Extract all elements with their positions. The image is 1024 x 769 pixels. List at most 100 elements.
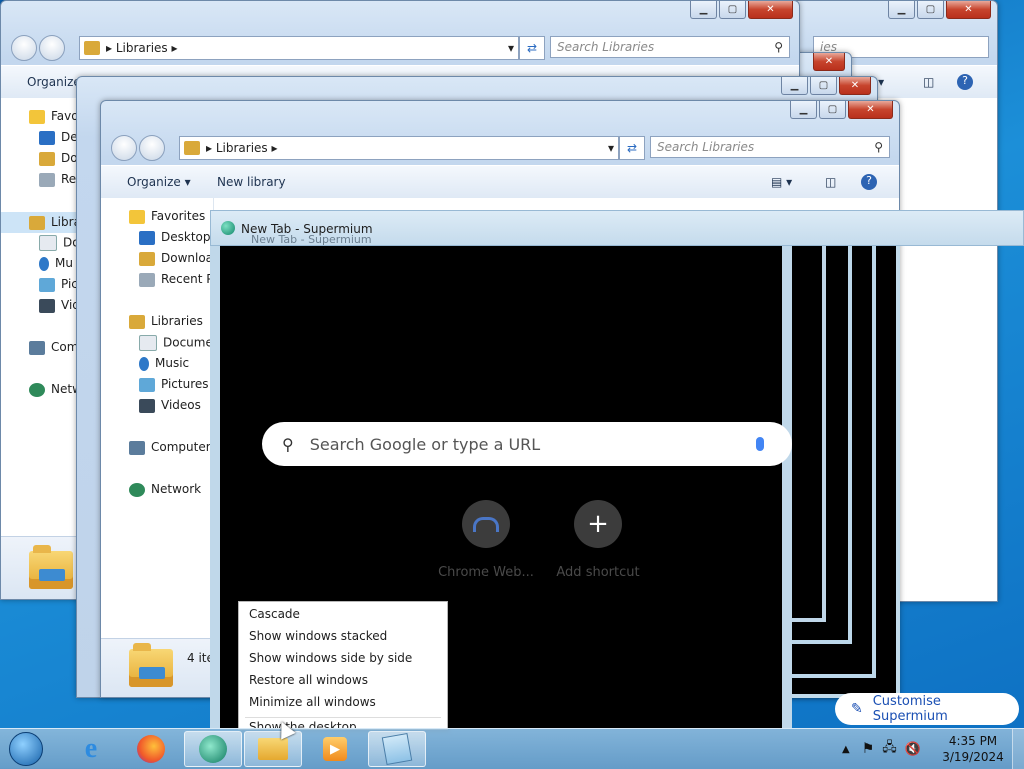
nav-computer[interactable]: Com — [29, 340, 78, 355]
back-button[interactable] — [11, 35, 37, 61]
nav-favorites[interactable]: Favo — [29, 109, 79, 124]
menu-separator — [245, 717, 441, 718]
menu-show-desktop[interactable]: Show the desktop — [249, 720, 357, 728]
browser-titlebar[interactable]: New Tab - Supermium New Tab - Supermium — [210, 210, 1024, 246]
maximize-button[interactable]: ▢ — [917, 1, 944, 19]
show-hidden-icons-icon[interactable]: ▲ — [842, 744, 850, 755]
firefox-glyph — [137, 735, 165, 763]
libraries-icon — [129, 314, 145, 329]
pictures-icon — [39, 277, 55, 292]
windows-logo-icon — [9, 732, 43, 766]
music-icon — [139, 356, 149, 371]
address-bar[interactable]: ▸ Libraries ▸ ▾ — [179, 136, 619, 160]
customise-button[interactable]: ✎ Customise Supermium — [835, 693, 1019, 725]
media-player-icon[interactable]: ▶ — [306, 731, 364, 767]
preview-pane-button[interactable]: ◫ — [923, 75, 934, 89]
nav-desktop[interactable]: Desktop — [139, 230, 211, 245]
breadcrumb-arrow-icon: ▸ — [206, 141, 216, 155]
volume-muted-icon[interactable]: 🔇 — [905, 742, 921, 757]
minimize-button[interactable]: ▁ — [690, 1, 717, 19]
menu-stacked[interactable]: Show windows stacked — [249, 629, 387, 643]
nav-network[interactable]: Network — [129, 482, 201, 497]
action-center-flag-icon[interactable]: ⚑ — [862, 741, 875, 757]
address-bar[interactable]: ▸ Libraries ▸ ▾ — [79, 36, 519, 60]
organize-button[interactable]: Organize — [27, 75, 81, 89]
firefox-icon[interactable] — [122, 731, 180, 767]
close-button[interactable]: ✕ — [839, 77, 871, 95]
organize-button[interactable]: Organize ▾ — [127, 175, 191, 189]
taskbar-context-menu: Cascade Show windows stacked Show window… — [238, 601, 448, 730]
windows-explorer-taskbar-button[interactable] — [244, 731, 302, 767]
videos-icon — [39, 298, 55, 313]
clock-time: 4:35 PM — [948, 734, 998, 748]
show-desktop-button[interactable] — [1012, 729, 1024, 769]
close-button[interactable]: ✕ — [748, 1, 793, 19]
nav-pictures[interactable]: Pictures — [139, 377, 209, 392]
breadcrumb: Libraries — [115, 41, 168, 55]
pictures-icon — [139, 377, 155, 392]
nav-videos[interactable]: Videos — [139, 398, 201, 413]
plus-icon[interactable]: + — [574, 500, 622, 548]
nav-documents[interactable]: Do — [39, 235, 80, 251]
google-search-box[interactable]: ⚲ Search Google or type a URL — [262, 422, 792, 466]
preview-pane-button[interactable]: ◫ — [825, 175, 836, 189]
add-shortcut-label: Add shortcut — [556, 565, 640, 580]
view-options-button[interactable]: ▤ ▾ — [771, 175, 792, 189]
chrome-web-store-icon[interactable] — [462, 500, 510, 548]
address-dropdown-icon[interactable]: ▾ — [608, 141, 614, 155]
microphone-icon[interactable] — [756, 437, 764, 451]
search-icon: ⚲ — [282, 434, 294, 454]
help-icon[interactable]: ? — [957, 74, 973, 90]
nav-libraries[interactable]: Libraries — [129, 314, 203, 329]
refresh-button[interactable]: ⇄ — [519, 36, 545, 60]
menu-restore-all[interactable]: Restore all windows — [249, 673, 368, 687]
videos-icon — [139, 398, 155, 413]
forward-button[interactable] — [139, 135, 165, 161]
downloads-icon — [39, 151, 55, 166]
navigation-pane: Favorites Desktop Downloads Recent Place… — [101, 198, 244, 638]
new-library-button[interactable]: New library — [217, 175, 286, 189]
minimize-button[interactable]: ▁ — [888, 1, 915, 19]
search-input[interactable]: Search Libraries ⚲ — [550, 36, 790, 58]
close-button[interactable]: ✕ — [946, 1, 991, 19]
nav-videos[interactable]: Vid — [39, 298, 80, 313]
maximize-button[interactable]: ▢ — [810, 77, 837, 95]
maximize-button[interactable]: ▢ — [719, 1, 746, 19]
supermium-taskbar-button[interactable] — [184, 731, 242, 767]
nav-favorites[interactable]: Favorites — [129, 209, 205, 224]
media-player-glyph: ▶ — [323, 737, 347, 761]
nav-network[interactable]: Netw — [29, 382, 82, 397]
libraries-icon — [184, 141, 200, 155]
nav-downloads[interactable]: Do — [39, 151, 78, 166]
minimize-button[interactable]: ▁ — [790, 101, 817, 119]
menu-cascade[interactable]: Cascade — [249, 607, 300, 621]
clock[interactable]: 4:35 PM 3/19/2024 — [940, 733, 1006, 765]
close-button[interactable]: ✕ — [813, 53, 845, 71]
refresh-button[interactable]: ⇄ — [619, 136, 645, 160]
back-button[interactable] — [111, 135, 137, 161]
search-icon: ⚲ — [874, 140, 883, 154]
start-orb[interactable] — [2, 731, 50, 767]
breadcrumb-arrow-icon: ▸ — [106, 41, 116, 55]
nav-music[interactable]: Mu — [39, 256, 73, 271]
caption-buttons: ▁ ▢ ✕ — [690, 1, 793, 19]
pencil-icon: ✎ — [851, 701, 863, 717]
address-dropdown-icon[interactable]: ▾ — [508, 41, 514, 55]
close-button[interactable]: ✕ — [848, 101, 893, 119]
nav-pictures[interactable]: Pic — [39, 277, 78, 292]
network-tray-icon[interactable]: 🖧 — [882, 738, 897, 760]
help-icon[interactable]: ? — [861, 174, 877, 190]
nav-computer[interactable]: Computer — [129, 440, 211, 455]
notepad-taskbar-button[interactable] — [368, 731, 426, 767]
forward-button[interactable] — [39, 35, 65, 61]
chrome-web-store-label: Chrome Web... — [438, 565, 534, 580]
internet-explorer-icon[interactable]: e — [62, 731, 120, 767]
nav-music[interactable]: Music — [139, 356, 189, 371]
menu-side-by-side[interactable]: Show windows side by side — [249, 651, 412, 665]
minimize-button[interactable]: ▁ — [781, 77, 808, 95]
search-input[interactable]: Search Libraries ⚲ — [650, 136, 890, 158]
menu-minimize-all[interactable]: Minimize all windows — [249, 695, 376, 709]
caption-buttons: ▁ ▢ ✕ — [790, 101, 893, 119]
maximize-button[interactable]: ▢ — [819, 101, 846, 119]
supermium-glyph — [199, 735, 227, 763]
